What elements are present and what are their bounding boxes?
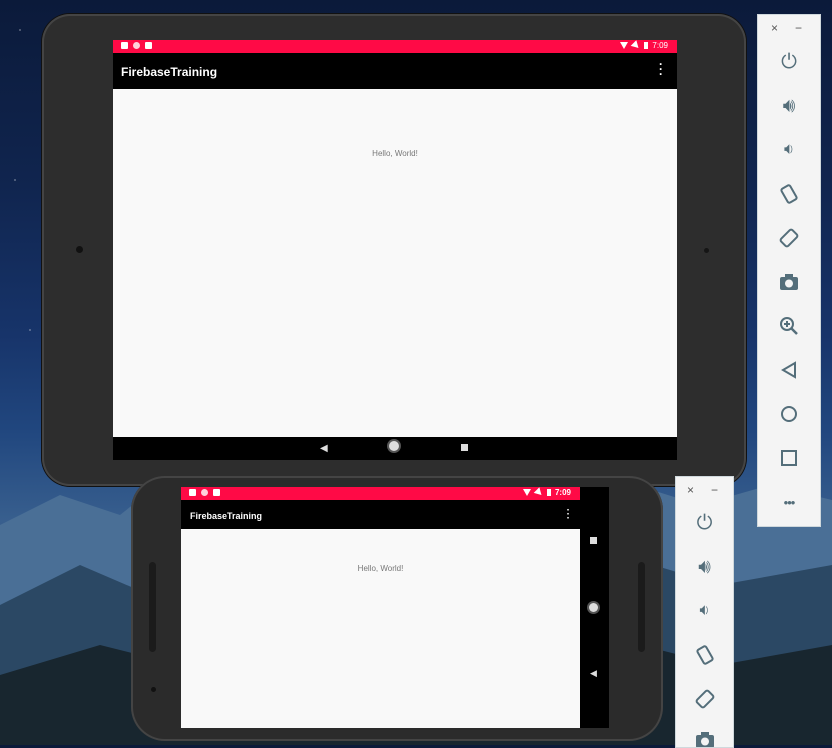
rotate-right-icon[interactable] [676, 677, 733, 721]
volume-up-icon[interactable]: 🔊︎ [676, 545, 733, 589]
app-title: FirebaseTraining [190, 511, 263, 521]
recents-icon[interactable] [461, 444, 468, 451]
close-icon[interactable]: × [771, 21, 778, 35]
rotate-left-icon[interactable] [676, 633, 733, 677]
phone-app-bar: FirebaseTraining · · · [181, 500, 580, 528]
minimize-icon[interactable]: − [711, 483, 718, 497]
zoom-icon[interactable] [758, 304, 820, 348]
rotate-left-icon[interactable] [758, 172, 820, 216]
camera-icon[interactable] [758, 260, 820, 304]
overflow-menu-icon[interactable]: · · · [659, 58, 663, 80]
phone-status-bar: 7:09 [181, 487, 580, 500]
back-icon[interactable]: ◀ [590, 668, 597, 679]
battery-icon [546, 489, 551, 496]
power-icon[interactable]: ⏻ [758, 40, 820, 84]
app-title: FirebaseTraining [121, 65, 218, 79]
toolbar-header: × − [676, 483, 733, 497]
volume-down-icon[interactable]: 🔉︎ [676, 589, 733, 633]
battery-icon [644, 42, 649, 49]
tablet-screen[interactable]: 7:09 FirebaseTraining · · · Hello, World! … [113, 40, 677, 460]
tablet-content: Hello, World! [113, 89, 677, 437]
recents-icon[interactable] [590, 537, 597, 544]
tablet-nav-bar: ◀ [113, 437, 677, 460]
power-icon[interactable]: ⏻ [676, 501, 733, 545]
home-icon[interactable] [758, 392, 820, 436]
tablet-app-bar: FirebaseTraining · · · [113, 53, 677, 88]
home-icon[interactable] [389, 441, 399, 451]
emulator-toolbar-tablet: × − ⏻ 🔊︎ 🔉︎ ••• [757, 14, 821, 527]
overview-icon[interactable] [758, 436, 820, 480]
sd-card-icon [145, 42, 152, 49]
status-time: 7:09 [554, 488, 571, 497]
phone-speaker-right [638, 562, 645, 652]
volume-up-icon[interactable]: 🔊︎ [758, 84, 820, 128]
close-icon[interactable]: × [687, 483, 694, 497]
signal-icon [631, 40, 642, 51]
signal-icon [533, 487, 545, 498]
sync-icon [201, 489, 208, 496]
hello-text: Hello, World! [357, 564, 404, 573]
notification-icon [189, 489, 196, 496]
status-time: 7:09 [652, 41, 668, 50]
notification-icon [121, 42, 128, 49]
wifi-icon [620, 42, 629, 49]
back-icon[interactable]: ◀ [320, 443, 328, 454]
sd-card-icon [213, 489, 220, 496]
home-icon[interactable] [589, 603, 598, 612]
tablet-sensor [704, 248, 709, 253]
phone-speaker-left [149, 562, 156, 652]
camera-icon[interactable] [676, 721, 733, 747]
phone-camera [151, 687, 156, 692]
emulator-toolbar-phone: × − ⏻ 🔊︎ 🔉︎ [675, 476, 734, 748]
sync-icon [133, 42, 140, 49]
tablet-camera [76, 246, 83, 253]
back-icon[interactable] [758, 348, 820, 392]
more-icon[interactable]: ••• [758, 480, 820, 524]
phone-screen[interactable]: 7:09 FirebaseTraining · · · Hello, World! … [181, 487, 609, 728]
toolbar-header: × − [758, 21, 820, 35]
wifi-icon [522, 489, 531, 496]
minimize-icon[interactable]: − [795, 21, 802, 35]
hello-text: Hello, World! [372, 149, 418, 158]
volume-down-icon[interactable]: 🔉︎ [758, 128, 820, 172]
overflow-menu-icon[interactable]: · · · [567, 506, 570, 524]
phone-nav-bar: ◀ [580, 487, 609, 728]
rotate-right-icon[interactable] [758, 216, 820, 260]
phone-content: Hello, World! [181, 529, 580, 728]
tablet-status-bar: 7:09 [113, 40, 677, 53]
